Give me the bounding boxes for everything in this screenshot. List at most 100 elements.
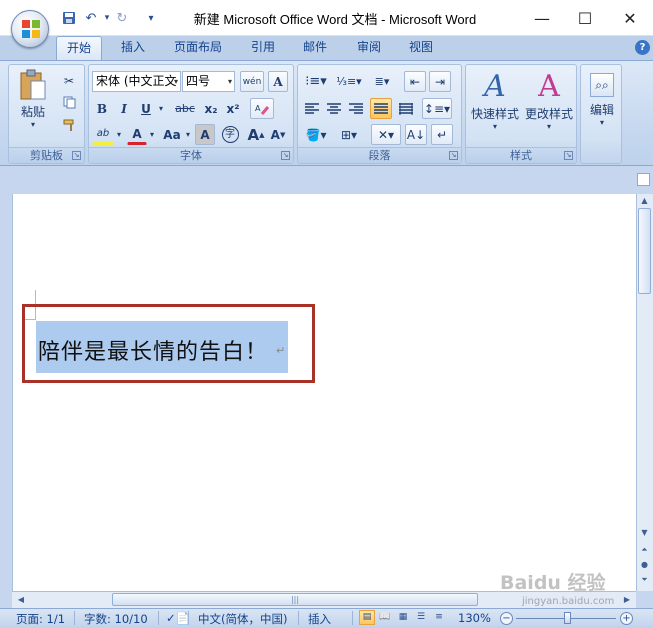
clear-format-button[interactable]: A [268, 71, 288, 92]
multilevel-list-icon[interactable]: ≣▾ [367, 71, 397, 92]
numbering-icon[interactable]: ⅓≡▾ [334, 71, 364, 92]
language-indicator[interactable]: 中文(简体，中国) [198, 611, 287, 627]
maximize-button[interactable]: ☐ [563, 4, 607, 32]
outline-view-icon[interactable]: ☰ [413, 610, 429, 625]
vertical-scroll-thumb[interactable] [638, 208, 651, 294]
styles-group: A 快速样式 ▾ A 更改样式 ▾ 样式 ↘ [465, 64, 577, 164]
office-button[interactable] [11, 10, 49, 48]
tab-mailings[interactable]: 邮件 [294, 36, 336, 60]
ribbon-tabs: 开始 插入 页面布局 引用 邮件 审阅 视图 ? [0, 36, 653, 60]
document-top-strip [0, 167, 653, 193]
clear-formatting-icon[interactable]: A [250, 98, 274, 119]
clipboard-launcher-icon[interactable]: ↘ [72, 151, 81, 160]
copy-icon[interactable] [59, 92, 79, 113]
styles-launcher-icon[interactable]: ↘ [564, 151, 573, 160]
subscript-button[interactable]: x₂ [201, 98, 221, 119]
editing-button[interactable]: ⌕⌕ 编辑 ▾ [583, 69, 621, 141]
proofing-icon[interactable]: ✓📄 [166, 611, 190, 625]
align-center-icon[interactable] [324, 98, 344, 119]
cut-icon[interactable]: ✂ [59, 70, 79, 91]
zoom-level[interactable]: 130% [458, 611, 491, 625]
underline-button[interactable]: U [136, 98, 156, 119]
tab-view[interactable]: 视图 [400, 36, 442, 60]
grow-font-button[interactable]: A ▲ [246, 124, 266, 145]
scroll-down-icon[interactable]: ▼ [637, 526, 652, 540]
underline-dropdown-icon[interactable]: ▾ [155, 98, 167, 119]
scroll-left-icon[interactable]: ◀ [14, 593, 28, 606]
zoom-slider-handle[interactable] [564, 612, 571, 624]
shrink-font-button[interactable]: A ▼ [268, 124, 288, 145]
align-right-icon[interactable] [346, 98, 366, 119]
change-case-dropdown-icon[interactable]: ▾ [184, 124, 192, 145]
italic-button[interactable]: I [114, 98, 134, 119]
tab-insert[interactable]: 插入 [112, 36, 154, 60]
full-screen-reading-view-icon[interactable]: 📖 [377, 610, 393, 625]
strikethrough-button[interactable]: abc [171, 98, 199, 119]
align-left-icon[interactable] [302, 98, 322, 119]
bullets-icon[interactable]: ⁝≡▾ [301, 71, 331, 92]
highlight-button[interactable]: ab [92, 124, 114, 145]
insert-mode[interactable]: 插入 [308, 611, 331, 627]
zoom-in-button[interactable]: + [620, 612, 633, 625]
font-color-button[interactable]: A [127, 124, 147, 145]
web-layout-view-icon[interactable]: ▦ [395, 610, 411, 625]
paragraph-launcher-icon[interactable]: ↘ [449, 151, 458, 160]
page-count[interactable]: 页面: 1/1 [16, 611, 65, 627]
font-size-combo[interactable]: 四号 ▾ [182, 71, 235, 92]
ruler-toggle-icon[interactable] [637, 173, 650, 186]
show-marks-icon[interactable]: ↵ [431, 124, 453, 145]
office-logo-icon [22, 20, 40, 38]
chevron-down-icon: ▾ [546, 122, 551, 131]
shading-icon[interactable]: 🪣▾ [301, 124, 331, 145]
paragraph-group-label: 段落 [298, 147, 461, 163]
increase-indent-icon[interactable]: ⇥ [429, 71, 451, 92]
change-styles-button[interactable]: A 更改样式 ▾ [522, 69, 576, 141]
status-divider [158, 611, 159, 625]
justify-icon[interactable] [370, 98, 392, 119]
highlight-dropdown-icon[interactable]: ▾ [114, 124, 124, 145]
horizontal-scroll-thumb[interactable]: ||| [112, 593, 478, 606]
font-name-combo[interactable]: 宋体 (中文正文 ▾ [92, 71, 181, 92]
tab-review[interactable]: 审阅 [346, 36, 392, 60]
decrease-indent-icon[interactable]: ⇤ [404, 71, 426, 92]
phonetic-guide-button[interactable]: wén [240, 71, 264, 92]
zoom-out-button[interactable]: − [500, 612, 513, 625]
superscript-button[interactable]: x² [223, 98, 243, 119]
chevron-down-icon: ▾ [492, 122, 497, 131]
char-shading-button[interactable]: A [195, 124, 215, 145]
paste-icon [20, 69, 46, 100]
minimize-button[interactable]: — [520, 4, 564, 32]
word-count[interactable]: 字数: 10/10 [84, 611, 148, 627]
paste-button[interactable]: 粘贴 ▾ [13, 69, 53, 139]
document-page[interactable] [12, 194, 636, 591]
draft-view-icon[interactable]: ≡ [431, 610, 447, 625]
save-icon[interactable] [60, 9, 78, 27]
scroll-right-icon[interactable]: ▶ [620, 593, 634, 606]
watermark-logo: Baidu 经验 [500, 572, 606, 594]
font-launcher-icon[interactable]: ↘ [281, 151, 290, 160]
styles-group-label: 样式 [466, 147, 576, 163]
distributed-icon[interactable] [396, 98, 416, 119]
print-layout-view-icon[interactable]: ▤ [359, 610, 375, 625]
sort-icon[interactable]: A↓ [405, 124, 427, 145]
select-browse-object-icon[interactable]: ● [637, 558, 652, 572]
tab-home[interactable]: 开始 [56, 36, 102, 60]
redo-icon[interactable]: ↻ [113, 9, 131, 27]
clipboard-group: 粘贴 ▾ ✂ 剪贴板 ↘ [8, 64, 85, 164]
quick-styles-button[interactable]: A 快速样式 ▾ [468, 69, 522, 141]
enclose-char-button[interactable]: 字 [219, 124, 241, 145]
tab-page-layout[interactable]: 页面布局 [165, 36, 231, 60]
bold-button[interactable]: B [92, 98, 112, 119]
format-painter-icon[interactable] [59, 114, 79, 135]
line-spacing-icon[interactable]: ↕≡▾ [422, 98, 452, 119]
borders-icon[interactable]: ⊞▾ [334, 124, 364, 145]
previous-page-icon[interactable]: ⏶ [637, 543, 652, 557]
close-button[interactable]: ✕ [608, 4, 652, 32]
font-color-dropdown-icon[interactable]: ▾ [147, 124, 157, 145]
tab-references[interactable]: 引用 [242, 36, 284, 60]
help-icon[interactable]: ? [635, 40, 650, 55]
next-page-icon[interactable]: ⏷ [637, 573, 652, 587]
chinese-layout-icon[interactable]: ✕▾ [371, 124, 401, 145]
scroll-up-icon[interactable]: ▲ [637, 194, 652, 208]
change-case-button[interactable]: Aa [160, 124, 184, 145]
